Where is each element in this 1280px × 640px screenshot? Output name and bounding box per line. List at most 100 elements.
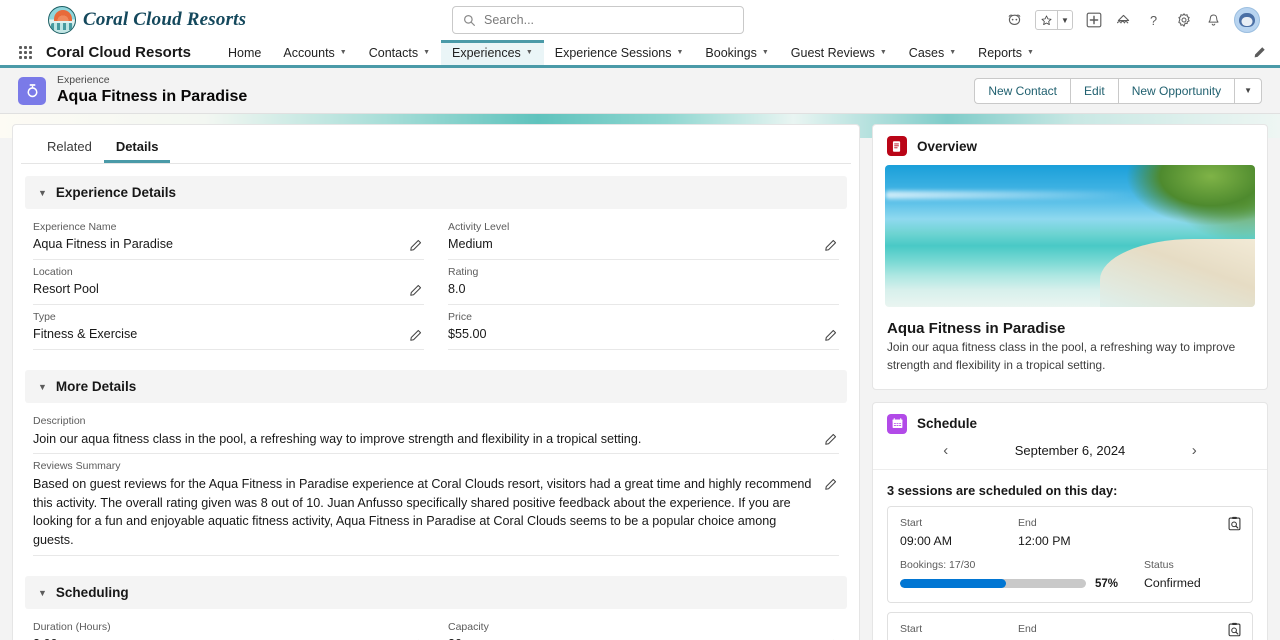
schedule-card-header: Schedule [873, 403, 1267, 443]
nav-item-guest-reviews[interactable]: Guest Reviews ▼ [780, 40, 898, 65]
nav-item-bookings[interactable]: Bookings ▼ [694, 40, 779, 65]
session-card[interactable]: Start 09:00 AM End 12:00 PM Bookings: 17… [887, 506, 1253, 603]
side-panel: Overview Aqua Fitness in Paradise Join o… [872, 124, 1268, 640]
section-header-experience-details[interactable]: ▼ Experience Details [25, 176, 847, 209]
session-start: Start 09:00 AM [900, 516, 1018, 550]
page-body: Related Details ▼ Experience Details Exp… [0, 114, 1280, 640]
edit-pencil-icon[interactable] [824, 329, 837, 342]
nav-item-reports[interactable]: Reports ▼ [967, 40, 1045, 65]
search-icon [463, 14, 476, 27]
field-label: Activity Level [448, 220, 813, 235]
user-avatar[interactable] [1234, 7, 1260, 33]
bookings-progress: 57% [900, 578, 1130, 590]
end-value: 12:00 PM [1018, 532, 1136, 550]
edit-pencil-icon[interactable] [824, 433, 837, 446]
field-value: Medium [448, 235, 813, 254]
field-location: Location Resort Pool [33, 260, 424, 305]
chevron-down-icon: ▼ [423, 49, 430, 56]
nav-item-cases[interactable]: Cases ▼ [898, 40, 967, 65]
status-label: Status [1144, 558, 1240, 574]
experience-details-fields: Experience Name Aqua Fitness in Paradise… [13, 209, 859, 358]
field-label: Rating [448, 265, 813, 280]
app-name-label: Coral Cloud Resorts [46, 44, 191, 61]
cloud-setup-icon[interactable] [1114, 11, 1133, 30]
date-navigator: ‹ September 6, 2024 › [873, 443, 1267, 470]
schedule-card: Schedule ‹ September 6, 2024 › 3 session… [872, 402, 1268, 640]
tab-related[interactable]: Related [35, 125, 104, 163]
previous-day-button[interactable]: ‹ [937, 443, 955, 458]
field-value: Join our aqua fitness class in the pool,… [33, 430, 813, 449]
add-icon[interactable] [1084, 11, 1103, 30]
app-launcher-icon[interactable] [14, 46, 36, 59]
start-label: Start [900, 622, 1018, 638]
field-value: $55.00 [448, 325, 813, 344]
favorites-star-icon[interactable] [1036, 11, 1057, 29]
field-label: Capacity [448, 620, 813, 635]
nav-item-label: Experience Sessions [555, 46, 672, 60]
scheduling-fields: Duration (Hours) 3.00 Capacity 30 [13, 609, 859, 640]
field-description: Description Join our aqua fitness class … [33, 409, 839, 454]
edit-pencil-icon[interactable] [409, 239, 422, 252]
session-start: Start 01:30 PM [900, 622, 1018, 640]
nav-item-accounts[interactable]: Accounts ▼ [272, 40, 357, 65]
help-icon[interactable]: ? [1144, 11, 1163, 30]
next-day-button[interactable]: › [1185, 443, 1203, 458]
current-date-label: September 6, 2024 [1015, 443, 1126, 458]
schedule-card-title: Schedule [917, 416, 977, 431]
new-contact-button[interactable]: New Contact [974, 78, 1070, 104]
field-value: Fitness & Exercise [33, 325, 398, 344]
overview-record-icon [887, 136, 907, 156]
favorites-group[interactable]: ▼ [1035, 10, 1073, 30]
brand-name: Coral Cloud Resorts [83, 9, 246, 31]
record-object-label: Experience [57, 74, 247, 87]
global-search-box[interactable]: Search... [452, 6, 744, 34]
session-detail-icon[interactable] [1227, 622, 1242, 637]
status-block: Status Confirmed [1144, 558, 1240, 592]
field-value: 8.0 [448, 280, 813, 299]
more-actions-caret-icon[interactable]: ▼ [1234, 78, 1262, 104]
session-detail-icon[interactable] [1227, 516, 1242, 531]
bookings-block: Bookings: 17/30 57% [900, 558, 1144, 590]
nav-item-experiences[interactable]: Experiences ▼ [441, 40, 544, 65]
overview-card-title: Overview [917, 139, 977, 154]
edit-pencil-icon[interactable] [409, 284, 422, 297]
chevron-down-icon: ▼ [38, 588, 47, 598]
more-details-fields: Description Join our aqua fitness class … [13, 403, 859, 564]
gear-setup-icon[interactable] [1174, 11, 1193, 30]
chevron-down-icon: ▼ [676, 49, 683, 56]
nav-item-contacts[interactable]: Contacts ▼ [358, 40, 441, 65]
start-label: Start [900, 516, 1018, 532]
nav-item-label: Guest Reviews [791, 46, 875, 60]
global-header: Coral Cloud Resorts Search... ▼ [0, 0, 1280, 40]
chevron-down-icon: ▼ [38, 382, 47, 392]
edit-nav-pencil-icon[interactable] [1253, 46, 1280, 59]
edit-button[interactable]: Edit [1070, 78, 1118, 104]
overview-description: Join our aqua fitness class in the pool,… [873, 337, 1267, 389]
field-value: Resort Pool [33, 280, 398, 299]
nav-item-experience-sessions[interactable]: Experience Sessions ▼ [544, 40, 695, 65]
section-header-scheduling[interactable]: ▼ Scheduling [25, 576, 847, 609]
field-price: Price $55.00 [448, 305, 839, 350]
section-header-more-details[interactable]: ▼ More Details [25, 370, 847, 403]
new-opportunity-button[interactable]: New Opportunity [1118, 78, 1234, 104]
start-value: 09:00 AM [900, 532, 1018, 550]
favorites-caret-icon[interactable]: ▼ [1057, 11, 1072, 29]
einstein-icon[interactable] [1005, 11, 1024, 30]
tab-details[interactable]: Details [104, 125, 171, 163]
edit-pencil-icon[interactable] [824, 478, 837, 491]
nav-item-label: Bookings [705, 46, 756, 60]
record-header: Experience Aqua Fitness in Paradise New … [0, 68, 1280, 114]
global-header-actions: ▼ ? [1005, 7, 1272, 33]
edit-pencil-icon[interactable] [409, 329, 422, 342]
field-duration-hours: Duration (Hours) 3.00 [33, 615, 424, 640]
notifications-bell-icon[interactable] [1204, 11, 1223, 30]
field-rating: Rating 8.0 [448, 260, 839, 305]
field-activity-level: Activity Level Medium [448, 215, 839, 260]
field-value: Based on guest reviews for the Aqua Fitn… [33, 475, 813, 551]
edit-pencil-icon[interactable] [824, 239, 837, 252]
field-label: Location [33, 265, 398, 280]
session-card[interactable]: Start 01:30 PM End 04:30 PM Bookings: 22… [887, 612, 1253, 640]
nav-item-home[interactable]: Home [217, 40, 272, 65]
field-label: Description [33, 414, 813, 429]
nav-item-label: Contacts [369, 46, 418, 60]
